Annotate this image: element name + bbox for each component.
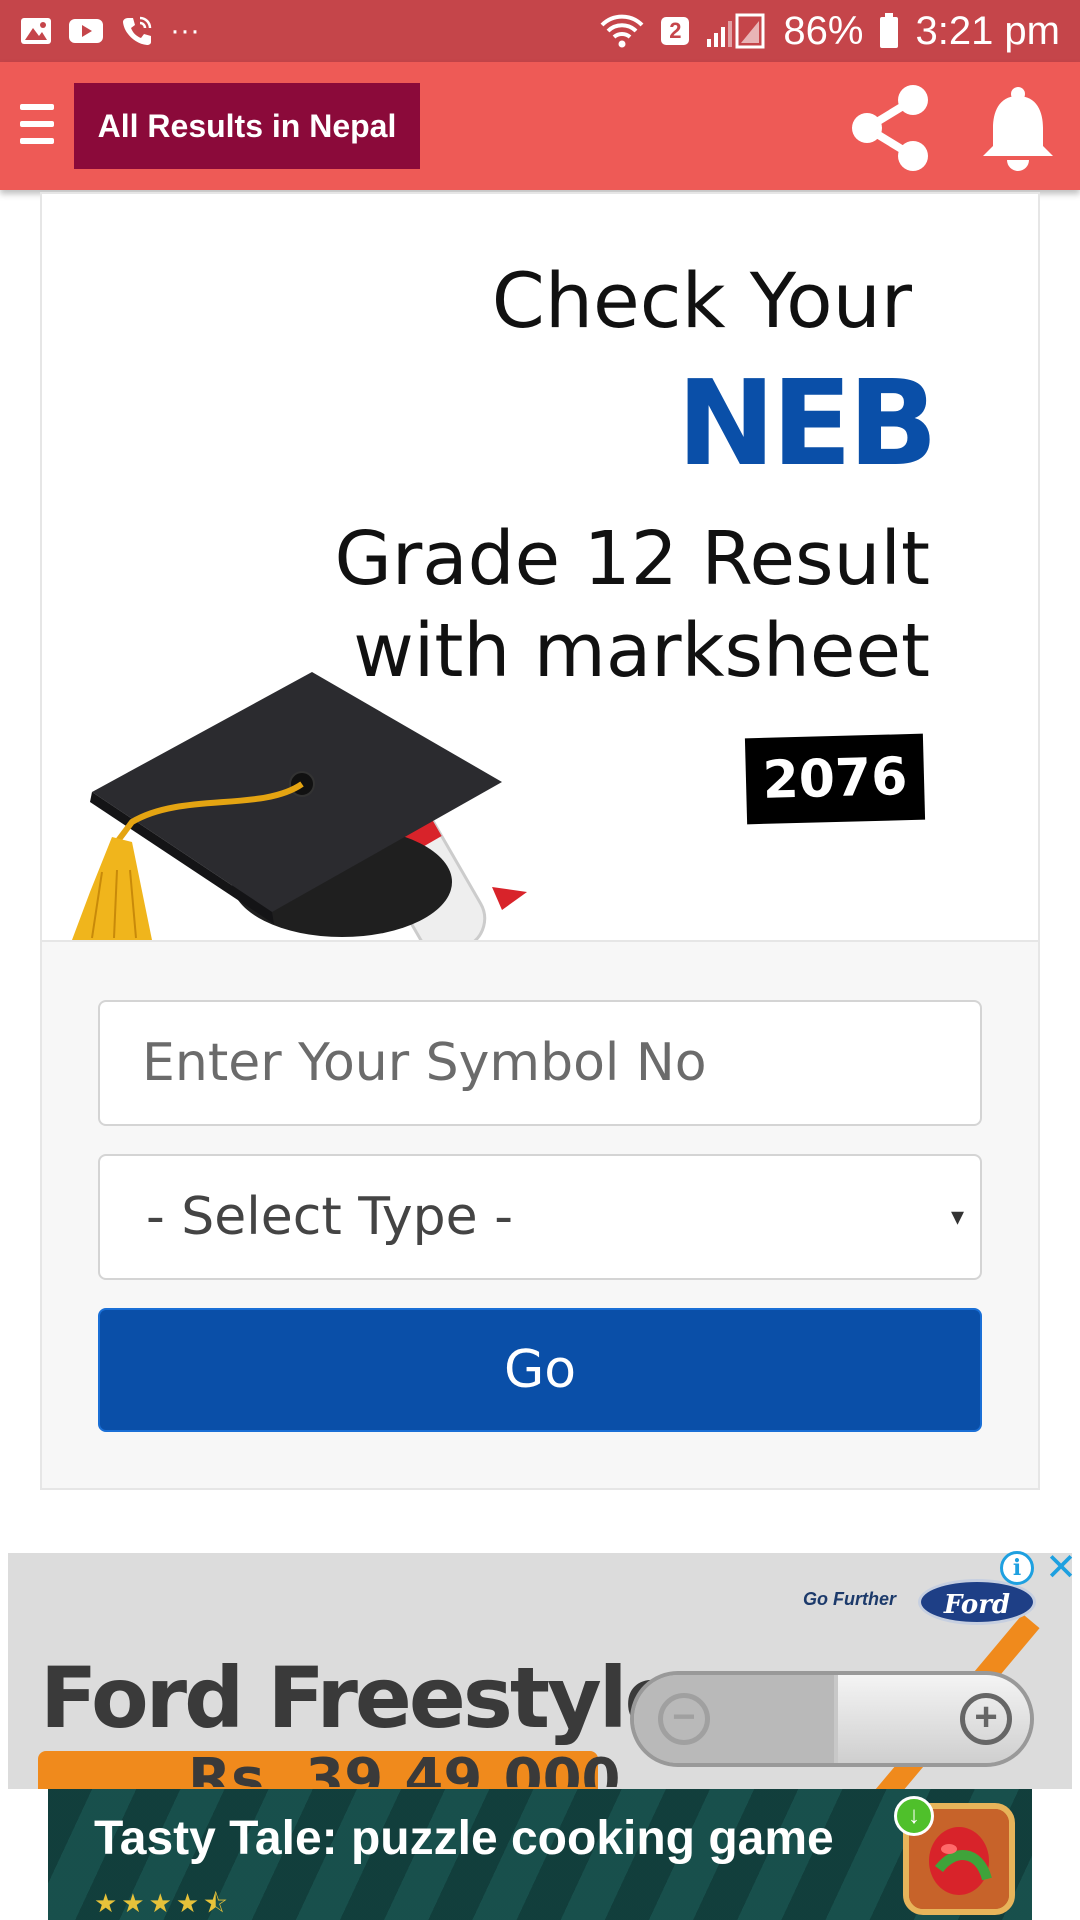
type-select[interactable]: - Select Type - ▾	[98, 1154, 982, 1280]
zoom-in-icon: +	[960, 1693, 1012, 1745]
banner-line-check-your: Check Your	[491, 256, 912, 345]
battery-percent: 86%	[783, 8, 864, 53]
menu-icon[interactable]	[20, 104, 54, 148]
year-badge: 2076	[744, 733, 926, 825]
adchoices-icon[interactable]: i	[1000, 1551, 1034, 1585]
banner-line-grade: Grade 12 Result	[334, 516, 930, 602]
ad-zoom-slider: − +	[630, 1671, 1034, 1767]
status-indicators: 2 86% 3:21 pm	[599, 9, 1060, 54]
sim-badge: 2	[661, 17, 690, 45]
promo-title: Tasty Tale: puzzle cooking game	[94, 1812, 834, 1865]
status-notifications: ···	[20, 14, 200, 48]
status-bar: ··· 2 86% 3:21 pm	[0, 0, 1080, 62]
ad-price-text: Rs. 39,49,000	[188, 1747, 621, 1787]
ad-headline: Ford Freestyle	[40, 1649, 682, 1747]
ad-close-icon[interactable]: ✕	[1044, 1548, 1078, 1588]
wifi-icon	[600, 14, 644, 48]
banner-line-marksheet: with marksheet	[353, 608, 930, 694]
youtube-icon	[69, 19, 103, 43]
app-bar: All Results in Nepal	[0, 62, 1080, 190]
zoom-out-icon: −	[658, 1693, 710, 1745]
share-icon[interactable]	[845, 82, 937, 174]
app-title: All Results in Nepal	[74, 83, 420, 169]
image-icon	[21, 18, 51, 44]
notification-bell-icon[interactable]	[975, 82, 1061, 174]
battery-icon	[880, 13, 899, 48]
more-notifications-indicator: ···	[170, 14, 200, 47]
call-icon	[123, 16, 152, 45]
banner-line-neb: NEB	[676, 354, 938, 492]
go-button[interactable]: Go	[98, 1308, 982, 1432]
type-select-value: - Select Type -	[146, 1187, 513, 1247]
ford-ad-banner[interactable]: Go Further Ford Ford Freestyle Rs. 39,49…	[8, 1553, 1072, 1789]
ad-tagline: Go Further	[803, 1589, 896, 1609]
neb-banner: Check Your NEB Grade 12 Result with mark…	[42, 194, 1038, 942]
download-badge-icon: ↓	[894, 1796, 934, 1836]
dropdown-caret-icon: ▾	[950, 1202, 964, 1232]
result-card: Check Your NEB Grade 12 Result with mark…	[40, 192, 1040, 1490]
signal-icon	[707, 13, 765, 49]
clock: 3:21 pm	[915, 8, 1060, 53]
app-promo-banner[interactable]: Tasty Tale: puzzle cooking game ★★★★⯪	[48, 1789, 1032, 1920]
ford-logo: Ford	[918, 1579, 1036, 1625]
promo-rating-stars: ★★★★⯪	[94, 1888, 232, 1918]
symbol-number-input[interactable]	[98, 1000, 982, 1126]
